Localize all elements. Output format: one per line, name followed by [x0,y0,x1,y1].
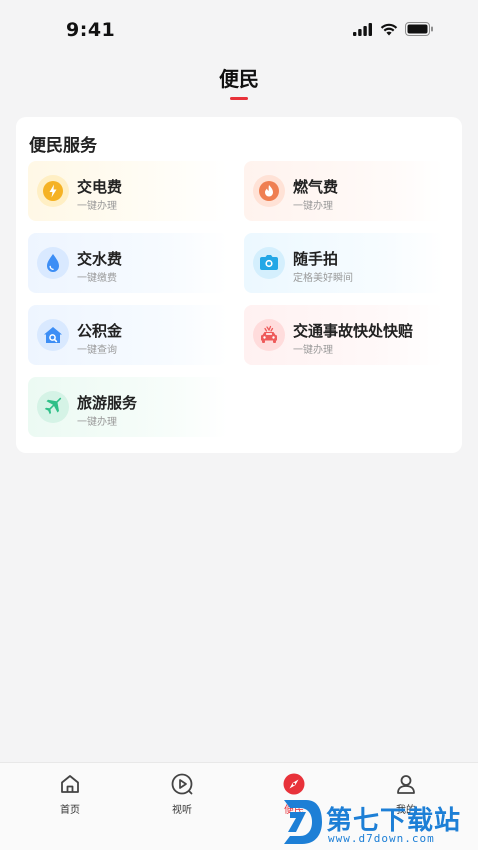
service-gas[interactable]: 燃气费 一键办理 [244,161,444,221]
service-label: 旅游服务 [77,394,138,412]
service-sub: 一键办理 [293,201,333,212]
camera-icon [253,247,285,279]
service-traffic-accident[interactable]: 交通事故快处快赔 一键办理 [244,305,444,365]
flame-icon [253,175,285,207]
status-time: 9:41 [66,19,116,41]
watermark: 第七下载站 www.d7down.com [276,794,476,850]
battery-icon [405,22,433,36]
car-accident-icon [253,319,285,351]
water-drop-icon [37,247,69,279]
service-label: 公积金 [77,322,123,340]
service-snapshot[interactable]: 随手拍 定格美好瞬间 [244,233,444,293]
section-title: 便民服务 [29,136,97,156]
service-label: 交水费 [77,250,123,268]
service-sub: 一键办理 [77,417,117,428]
status-indicators [353,22,434,36]
title-underline [230,97,248,100]
services-card: 便民服务 交电费 一键办理 燃气费 一键办理 交水费 一键缴费 随手拍 定格美好… [16,117,462,453]
service-tourism[interactable]: 旅游服务 一键办理 [28,377,228,437]
signal-icon [353,22,372,36]
page-title: 便民 [219,67,259,91]
watermark-url: www.d7down.com [328,832,435,845]
lightning-icon [37,175,69,207]
service-water[interactable]: 交水费 一键缴费 [28,233,228,293]
service-sub: 一键查询 [77,345,117,356]
service-sub: 一键办理 [293,345,333,356]
wifi-icon [380,23,398,35]
service-housing-fund[interactable]: 公积金 一键查询 [28,305,228,365]
nav-media[interactable]: 视听 [142,771,222,821]
play-icon [169,771,195,797]
app-screen: 9:41 便民 便民服务 交电费 一键办理 燃气费 一键办理 交水费 一键缴费 … [0,0,478,850]
house-search-icon [37,319,69,351]
service-label: 随手拍 [293,250,339,268]
nav-home[interactable]: 首页 [30,771,110,821]
service-sub: 一键缴费 [77,273,117,284]
service-sub: 一键办理 [77,201,117,212]
service-label: 交通事故快处快赔 [293,322,414,340]
nav-label: 视听 [172,805,192,816]
nav-label: 首页 [60,805,80,816]
service-sub: 定格美好瞬间 [293,273,353,284]
service-label: 交电费 [77,178,123,196]
watermark-logo-icon [284,800,322,844]
status-bar: 9:41 [0,0,478,56]
airplane-icon [37,391,69,423]
home-icon [57,771,83,797]
service-electricity[interactable]: 交电费 一键办理 [28,161,228,221]
service-label: 燃气费 [293,178,339,196]
